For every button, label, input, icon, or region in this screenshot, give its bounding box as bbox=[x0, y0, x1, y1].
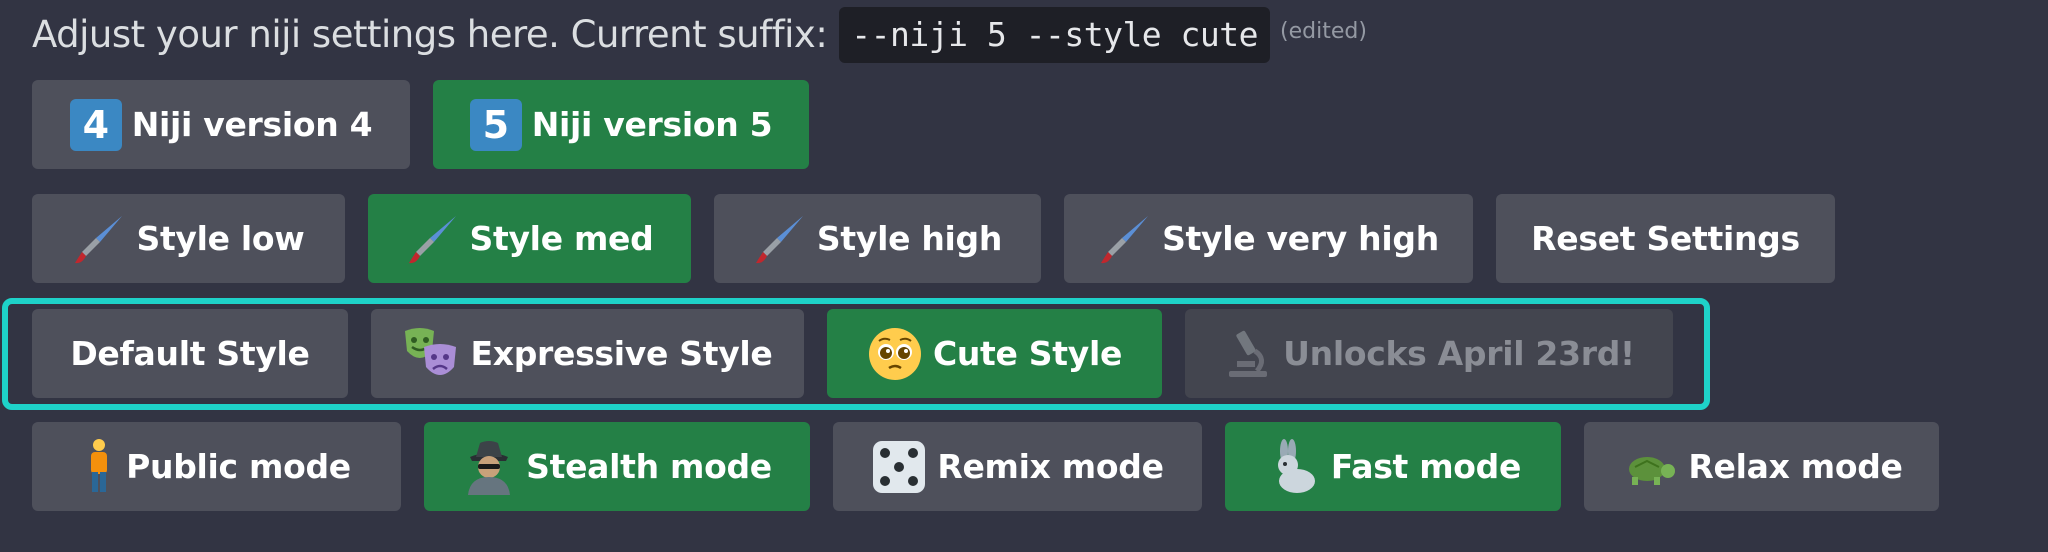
button-label: Reset Settings bbox=[1531, 219, 1800, 258]
niji-version-4-button[interactable]: 4 Niji version 4 bbox=[32, 80, 410, 169]
relax-mode-button[interactable]: Relax mode bbox=[1584, 422, 1939, 511]
person-standing-icon bbox=[82, 438, 116, 496]
spy-icon bbox=[462, 439, 516, 495]
button-label: Niji version 4 bbox=[131, 105, 373, 144]
unlocks-april-button: Unlocks April 23rd! bbox=[1185, 309, 1673, 398]
theater-masks-icon bbox=[402, 325, 460, 383]
fast-mode-button[interactable]: Fast mode bbox=[1225, 422, 1561, 511]
rabbit-icon bbox=[1265, 438, 1321, 495]
version-row: 4 Niji version 4 5 Niji version 5 bbox=[32, 80, 809, 169]
button-label: Remix mode bbox=[937, 447, 1164, 486]
niji-version-5-button[interactable]: 5 Niji version 5 bbox=[433, 80, 809, 169]
dice-icon bbox=[871, 439, 927, 495]
keycap-5-icon: 5 bbox=[469, 98, 522, 151]
style-low-button[interactable]: Style low bbox=[32, 194, 345, 283]
remix-mode-button[interactable]: Remix mode bbox=[833, 422, 1202, 511]
button-label: Expressive Style bbox=[470, 334, 773, 373]
button-label: Style low bbox=[136, 219, 305, 258]
button-label: Cute Style bbox=[932, 334, 1123, 373]
paintbrush-icon bbox=[1098, 212, 1152, 266]
stealth-mode-button[interactable]: Stealth mode bbox=[424, 422, 810, 511]
public-mode-button[interactable]: Public mode bbox=[32, 422, 401, 511]
keycap-4-icon: 4 bbox=[69, 98, 122, 151]
stylize-row: Style low Style med Style high Style ver… bbox=[32, 194, 1835, 283]
button-label: Relax mode bbox=[1688, 447, 1903, 486]
button-label: Fast mode bbox=[1330, 447, 1522, 486]
style-very-high-button[interactable]: Style very high bbox=[1064, 194, 1473, 283]
reset-settings-button[interactable]: Reset Settings bbox=[1496, 194, 1835, 283]
paintbrush-icon bbox=[406, 212, 460, 266]
button-label: Style med bbox=[469, 219, 654, 258]
style-high-button[interactable]: Style high bbox=[714, 194, 1041, 283]
style-med-button[interactable]: Style med bbox=[368, 194, 691, 283]
button-label: Style very high bbox=[1162, 219, 1439, 258]
mode-row: Public mode Stealth mode Remix mode Fast… bbox=[32, 422, 1939, 511]
button-label: Public mode bbox=[126, 447, 351, 486]
button-label: Style high bbox=[816, 219, 1003, 258]
expressive-style-button[interactable]: Expressive Style bbox=[371, 309, 804, 398]
button-label: Niji version 5 bbox=[531, 105, 773, 144]
turtle-icon bbox=[1620, 447, 1678, 487]
cute-style-button[interactable]: Cute Style bbox=[827, 309, 1162, 398]
style-row: Default Style Expressive Style Cute Styl… bbox=[32, 309, 1673, 398]
microscope-icon bbox=[1223, 327, 1273, 381]
default-style-button[interactable]: Default Style bbox=[32, 309, 348, 398]
button-label: Unlocks April 23rd! bbox=[1283, 334, 1635, 373]
message-text: Adjust your niji settings here. Current … bbox=[32, 13, 828, 56]
paintbrush-icon bbox=[72, 212, 126, 266]
edited-label: (edited) bbox=[1280, 19, 1367, 44]
paintbrush-icon bbox=[753, 212, 807, 266]
button-label: Default Style bbox=[70, 334, 310, 373]
button-label: Stealth mode bbox=[526, 447, 772, 486]
pleading-face-icon bbox=[867, 326, 923, 382]
suffix-code: --niji 5 --style cute bbox=[839, 7, 1271, 63]
message-line: Adjust your niji settings here. Current … bbox=[32, 6, 1367, 64]
